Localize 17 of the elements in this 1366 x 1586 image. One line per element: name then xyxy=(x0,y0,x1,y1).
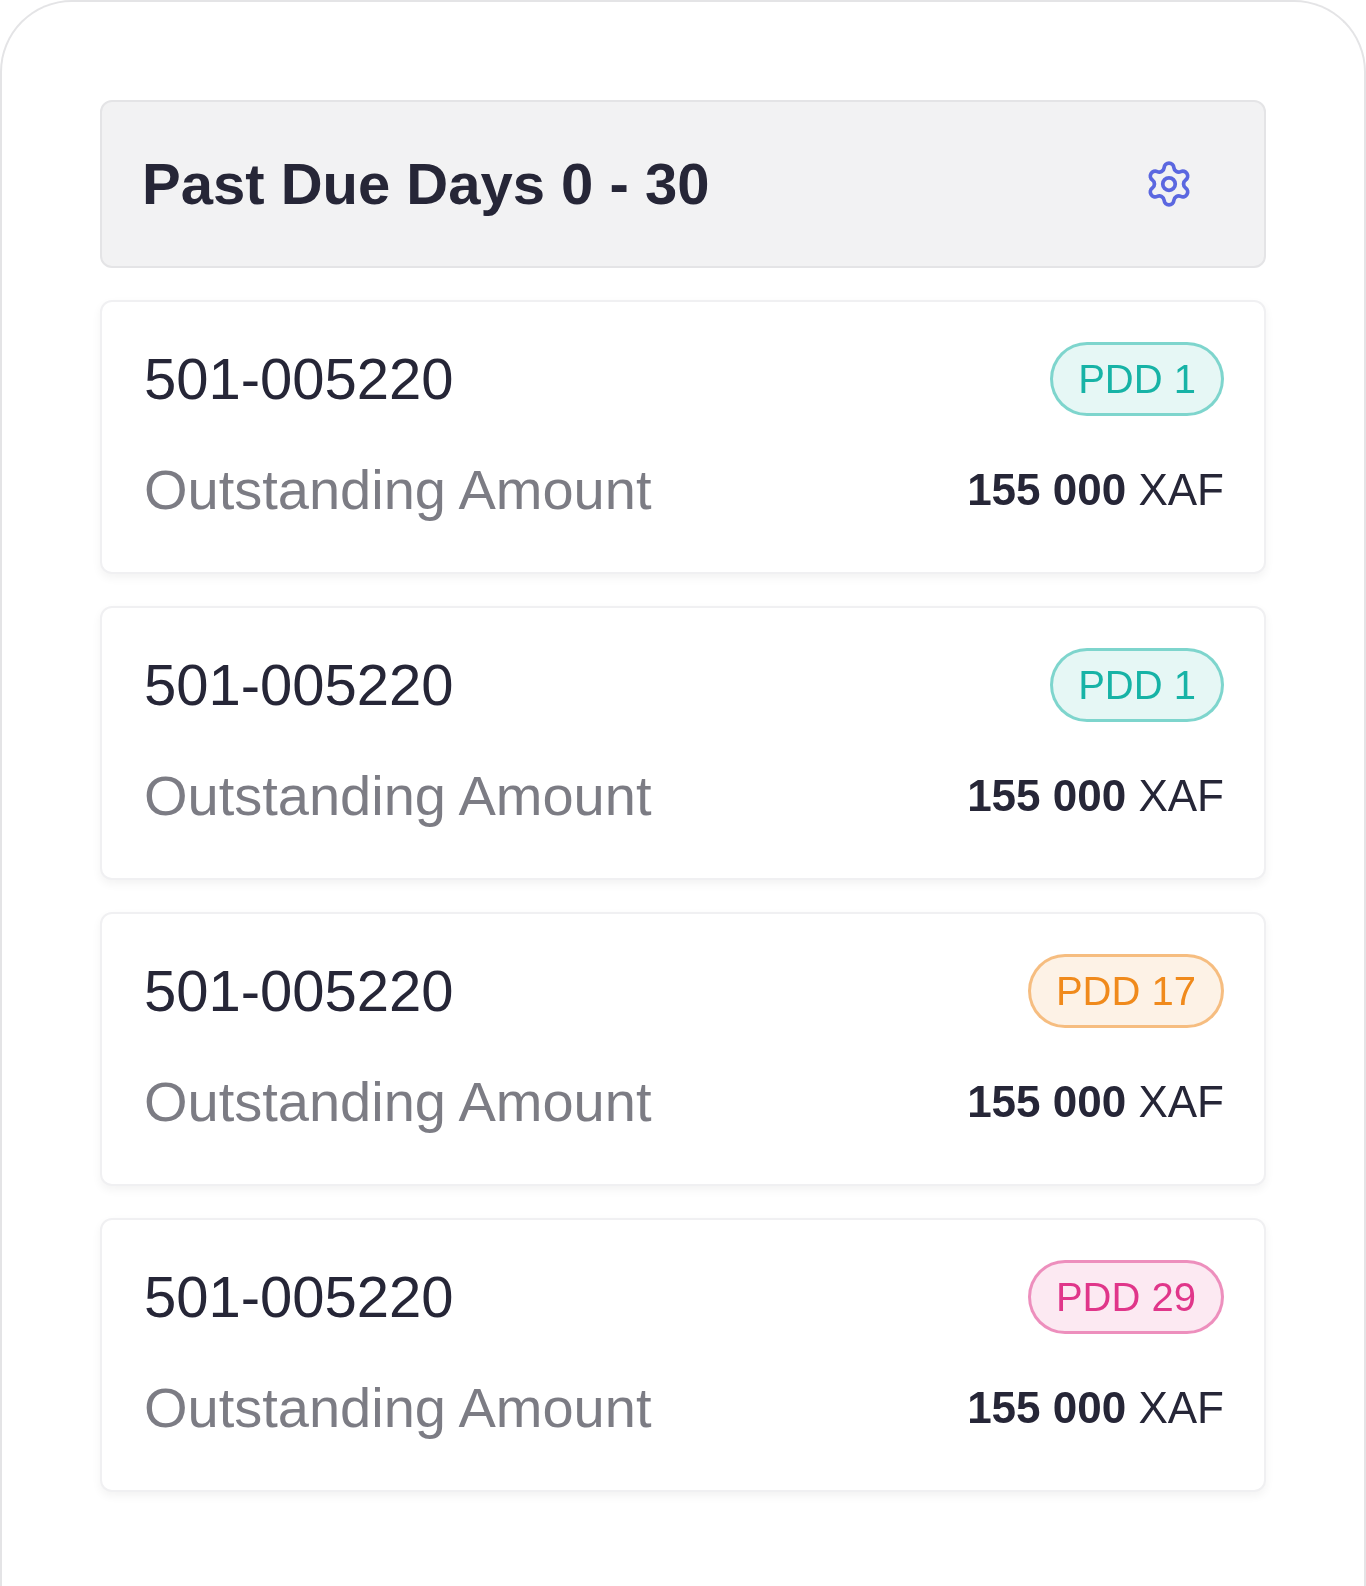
amount-label: Outstanding Amount xyxy=(144,764,652,828)
amount-label: Outstanding Amount xyxy=(144,458,652,522)
amount-value: 155 000 XAF xyxy=(967,1076,1224,1128)
account-number: 501-005220 xyxy=(144,1265,454,1329)
amount-label: Outstanding Amount xyxy=(144,1376,652,1440)
account-number: 501-005220 xyxy=(144,347,454,411)
amount-value: 155 000 XAF xyxy=(967,770,1224,822)
pdd-badge: PDD 29 xyxy=(1027,1260,1224,1334)
amount-label: Outstanding Amount xyxy=(144,1070,652,1134)
account-number: 501-005220 xyxy=(144,653,454,717)
pdd-badge: PDD 1 xyxy=(1050,648,1224,722)
pdd-badge: PDD 17 xyxy=(1027,954,1224,1028)
section-title: Past Due Days 0 - 30 xyxy=(142,151,710,217)
pdd-badge: PDD 1 xyxy=(1050,342,1224,416)
account-number: 501-005220 xyxy=(144,959,454,1023)
amount-value: 155 000 XAF xyxy=(967,1382,1224,1434)
amount-value: 155 000 XAF xyxy=(967,464,1224,516)
